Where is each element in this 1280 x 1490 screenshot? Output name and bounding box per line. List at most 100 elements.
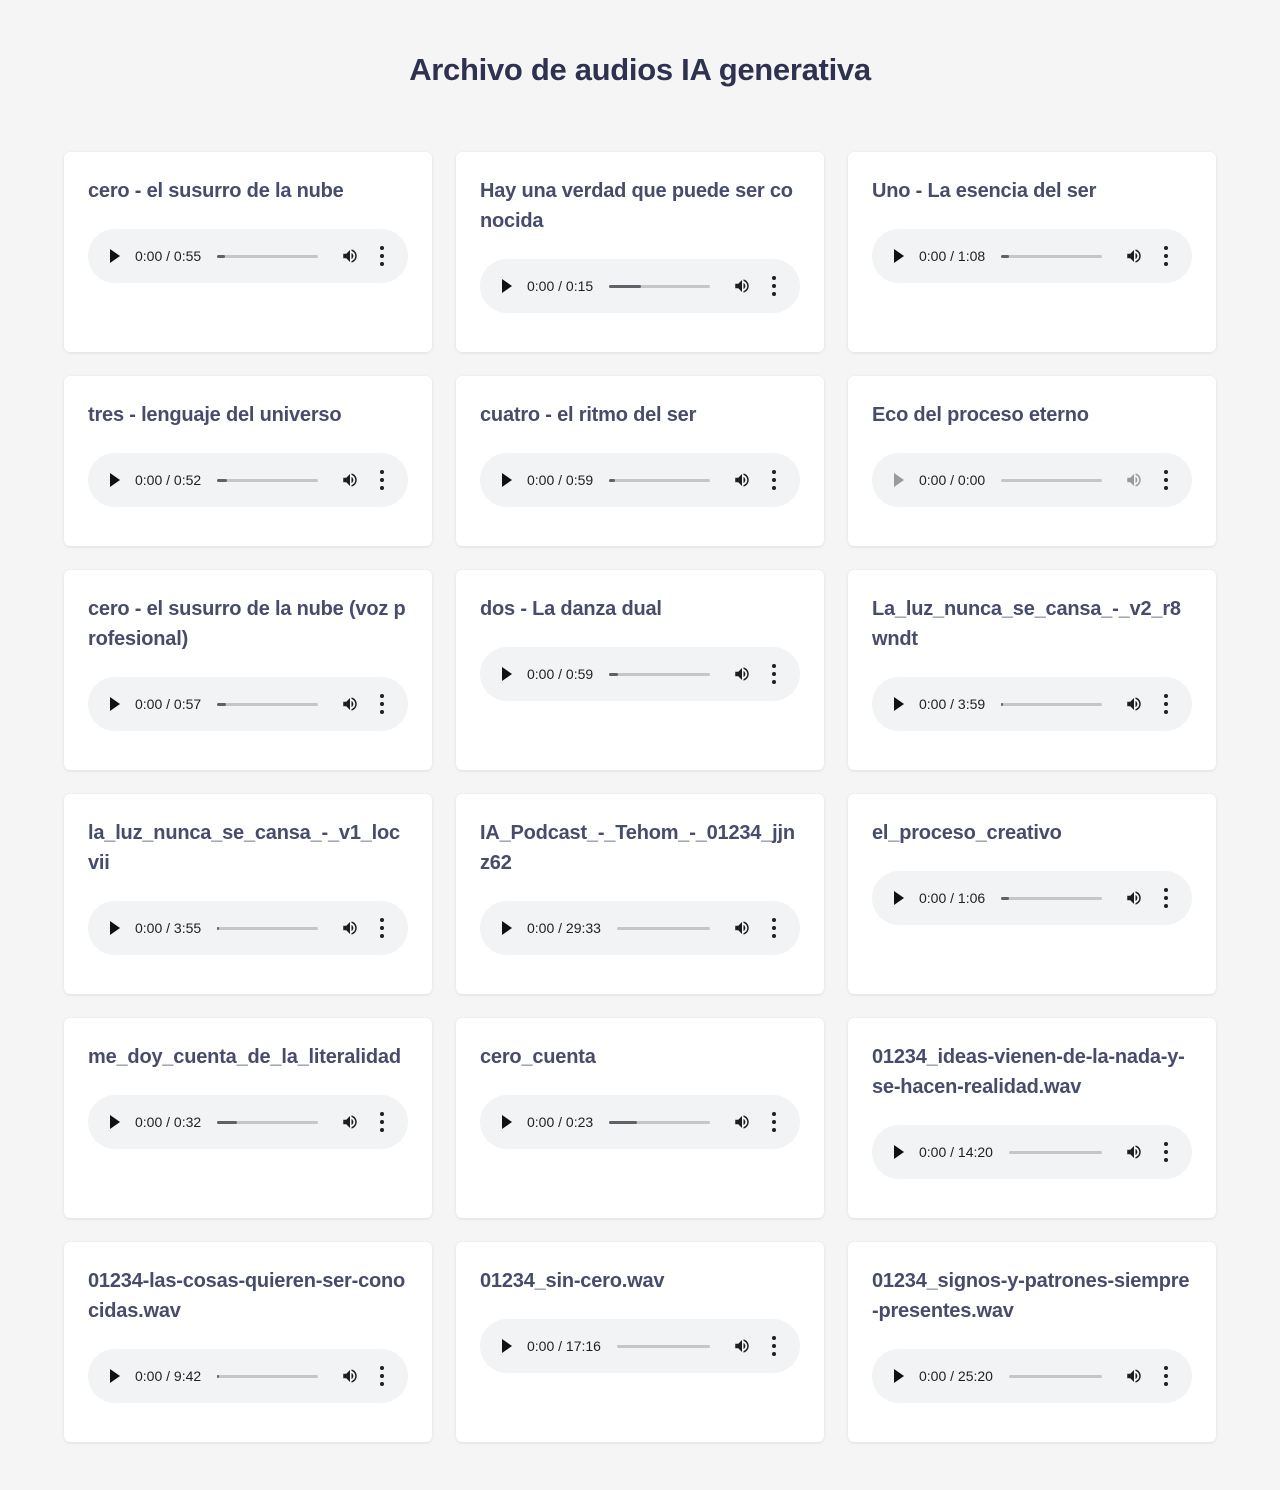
play-icon[interactable] bbox=[894, 697, 904, 711]
audio-player[interactable]: 0:00 / 3:59 bbox=[872, 677, 1192, 731]
progress-slider[interactable] bbox=[609, 1121, 710, 1124]
volume-icon[interactable] bbox=[733, 919, 751, 937]
audio-player[interactable]: 0:00 / 14:20 bbox=[872, 1125, 1192, 1179]
audio-player[interactable]: 0:00 / 25:20 bbox=[872, 1349, 1192, 1403]
volume-icon[interactable] bbox=[341, 247, 359, 265]
audio-player[interactable]: 0:00 / 0:55 bbox=[88, 229, 408, 283]
audio-player[interactable]: 0:00 / 0:57 bbox=[88, 677, 408, 731]
volume-icon[interactable] bbox=[1125, 1143, 1143, 1161]
audio-player[interactable]: 0:00 / 0:52 bbox=[88, 453, 408, 507]
more-options-icon[interactable] bbox=[768, 918, 780, 938]
play-icon[interactable] bbox=[894, 249, 904, 263]
more-options-icon[interactable] bbox=[768, 1112, 780, 1132]
more-options-icon[interactable] bbox=[376, 1366, 388, 1386]
time-display: 0:00 / 0:23 bbox=[527, 1114, 594, 1130]
play-icon[interactable] bbox=[502, 1339, 512, 1353]
progress-slider[interactable] bbox=[1001, 255, 1102, 258]
volume-icon[interactable] bbox=[733, 1113, 751, 1131]
play-icon[interactable] bbox=[894, 473, 904, 487]
audio-player[interactable]: 0:00 / 0:15 bbox=[480, 259, 800, 313]
audio-player[interactable]: 0:00 / 0:23 bbox=[480, 1095, 800, 1149]
more-options-icon[interactable] bbox=[376, 246, 388, 266]
more-options-icon[interactable] bbox=[1160, 888, 1172, 908]
audio-player[interactable]: 0:00 / 3:55 bbox=[88, 901, 408, 955]
play-icon[interactable] bbox=[502, 667, 512, 681]
more-options-icon[interactable] bbox=[768, 276, 780, 296]
play-icon[interactable] bbox=[502, 921, 512, 935]
progress-slider[interactable] bbox=[217, 479, 318, 482]
audio-player[interactable]: 0:00 / 0:00 bbox=[872, 453, 1192, 507]
volume-icon[interactable] bbox=[1125, 695, 1143, 713]
volume-icon[interactable] bbox=[733, 471, 751, 489]
audio-player[interactable]: 0:00 / 1:06 bbox=[872, 871, 1192, 925]
more-options-icon[interactable] bbox=[376, 470, 388, 490]
more-options-icon[interactable] bbox=[1160, 1366, 1172, 1386]
play-icon[interactable] bbox=[894, 1145, 904, 1159]
audio-player[interactable]: 0:00 / 0:59 bbox=[480, 453, 800, 507]
play-icon[interactable] bbox=[110, 1369, 120, 1383]
progress-slider[interactable] bbox=[217, 1375, 318, 1378]
progress-slider[interactable] bbox=[1009, 1375, 1102, 1378]
play-icon[interactable] bbox=[502, 279, 512, 293]
progress-slider[interactable] bbox=[217, 255, 318, 258]
play-icon[interactable] bbox=[110, 697, 120, 711]
progress-slider[interactable] bbox=[1001, 897, 1102, 900]
more-options-icon[interactable] bbox=[768, 664, 780, 684]
progress-slider[interactable] bbox=[217, 927, 318, 930]
volume-icon[interactable] bbox=[1125, 1367, 1143, 1385]
play-icon[interactable] bbox=[110, 473, 120, 487]
audio-card: cuatro - el ritmo del ser 0:00 / 0:59 bbox=[456, 376, 824, 546]
volume-icon[interactable] bbox=[1125, 471, 1143, 489]
play-icon[interactable] bbox=[110, 249, 120, 263]
audio-player[interactable]: 0:00 / 0:32 bbox=[88, 1095, 408, 1149]
volume-icon[interactable] bbox=[1125, 889, 1143, 907]
time-display: 0:00 / 17:16 bbox=[527, 1338, 601, 1354]
volume-icon[interactable] bbox=[733, 1337, 751, 1355]
audio-player[interactable]: 0:00 / 17:16 bbox=[480, 1319, 800, 1373]
audio-player[interactable]: 0:00 / 1:08 bbox=[872, 229, 1192, 283]
progress-slider[interactable] bbox=[609, 673, 710, 676]
audio-title: 01234_signos-y-patrones-siempre-presente… bbox=[872, 1270, 1190, 1322]
audio-card: tres - lenguaje del universo 0:00 / 0:52 bbox=[64, 376, 432, 546]
volume-icon[interactable] bbox=[341, 1113, 359, 1131]
volume-icon[interactable] bbox=[341, 1367, 359, 1385]
play-icon[interactable] bbox=[110, 921, 120, 935]
progress-slider[interactable] bbox=[609, 285, 710, 288]
more-options-icon[interactable] bbox=[768, 1336, 780, 1356]
audio-card: la_luz_nunca_se_cansa_-_v1_locvii 0:00 /… bbox=[64, 794, 432, 994]
more-options-icon[interactable] bbox=[1160, 1142, 1172, 1162]
play-icon[interactable] bbox=[894, 1369, 904, 1383]
audio-player[interactable]: 0:00 / 0:59 bbox=[480, 647, 800, 701]
more-options-icon[interactable] bbox=[376, 694, 388, 714]
audio-player[interactable]: 0:00 / 9:42 bbox=[88, 1349, 408, 1403]
progress-slider[interactable] bbox=[1009, 1151, 1102, 1154]
volume-icon[interactable] bbox=[341, 695, 359, 713]
more-options-icon[interactable] bbox=[376, 1112, 388, 1132]
progress-slider[interactable] bbox=[617, 1345, 710, 1348]
volume-icon[interactable] bbox=[341, 471, 359, 489]
more-options-icon[interactable] bbox=[1160, 694, 1172, 714]
more-options-icon[interactable] bbox=[768, 470, 780, 490]
more-options-icon[interactable] bbox=[1160, 470, 1172, 490]
progress-slider[interactable] bbox=[217, 703, 318, 706]
play-icon[interactable] bbox=[502, 1115, 512, 1129]
audio-player[interactable]: 0:00 / 29:33 bbox=[480, 901, 800, 955]
more-options-icon[interactable] bbox=[1160, 246, 1172, 266]
more-options-icon[interactable] bbox=[376, 918, 388, 938]
progress-slider[interactable] bbox=[1001, 703, 1102, 706]
progress-slider[interactable] bbox=[617, 927, 710, 930]
volume-icon[interactable] bbox=[341, 919, 359, 937]
buffered-bar bbox=[217, 255, 226, 258]
card-row: 01234-las-cosas-quieren-ser-conocidas.wa… bbox=[64, 1242, 1216, 1442]
time-display: 0:00 / 0:15 bbox=[527, 278, 594, 294]
volume-icon[interactable] bbox=[1125, 247, 1143, 265]
progress-slider[interactable] bbox=[1001, 479, 1102, 482]
play-icon[interactable] bbox=[110, 1115, 120, 1129]
play-icon[interactable] bbox=[502, 473, 512, 487]
audio-card: cero - el susurro de la nube 0:00 / 0:55 bbox=[64, 152, 432, 352]
volume-icon[interactable] bbox=[733, 665, 751, 683]
play-icon[interactable] bbox=[894, 891, 904, 905]
volume-icon[interactable] bbox=[733, 277, 751, 295]
progress-slider[interactable] bbox=[217, 1121, 318, 1124]
progress-slider[interactable] bbox=[609, 479, 710, 482]
